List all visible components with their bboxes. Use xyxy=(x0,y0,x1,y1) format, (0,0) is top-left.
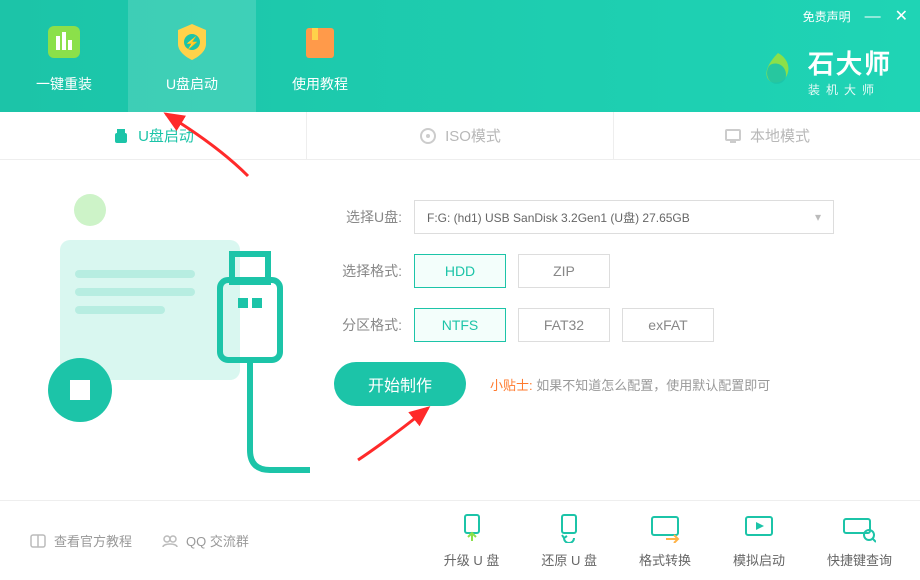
restore-icon xyxy=(551,512,587,544)
logo-subtitle: 装机大师 xyxy=(808,81,892,98)
tutorial-label: 查看官方教程 xyxy=(54,531,132,550)
tab-label: 本地模式 xyxy=(750,125,810,146)
bottom-bar: 查看官方教程 QQ 交流群 升级 U 盘 还原 U 盘 格式转换 模拟启动 快捷… xyxy=(0,500,920,580)
iso-icon xyxy=(419,127,437,145)
action-label: 模拟启动 xyxy=(733,550,785,569)
format-label: 选择格式: xyxy=(330,261,402,281)
action-restore-usb[interactable]: 还原 U 盘 xyxy=(541,512,597,569)
official-tutorial-link[interactable]: 查看官方教程 xyxy=(28,531,132,551)
usb-shield-icon: ⚡ xyxy=(168,18,216,66)
tab-usb-boot[interactable]: U盘启动 xyxy=(0,112,307,159)
logo-icon xyxy=(758,51,798,91)
keyboard-search-icon xyxy=(841,512,877,544)
upgrade-icon xyxy=(454,512,490,544)
tab-label: ISO模式 xyxy=(445,125,501,146)
action-label: 格式转换 xyxy=(639,550,691,569)
disclaimer-link[interactable]: 免责声明 xyxy=(803,8,851,25)
logo-title: 石大师 xyxy=(808,44,892,81)
app-header: 一键重装 ⚡ U盘启动 使用教程 免责声明 — ✕ 石大师 装机大师 xyxy=(0,0,920,112)
partition-exfat[interactable]: exFAT xyxy=(622,308,714,342)
minimize-button[interactable]: — xyxy=(865,9,881,25)
action-format-convert[interactable]: 格式转换 xyxy=(639,512,691,569)
qq-group-link[interactable]: QQ 交流群 xyxy=(160,531,249,551)
partition-fat32[interactable]: FAT32 xyxy=(518,308,610,342)
convert-icon xyxy=(647,512,683,544)
tip-prefix: 小贴士: xyxy=(490,378,533,393)
nav-reinstall[interactable]: 一键重装 xyxy=(0,0,128,112)
reinstall-icon xyxy=(40,18,88,66)
action-label: 快捷键查询 xyxy=(827,550,892,569)
tab-label: U盘启动 xyxy=(138,125,194,146)
usb-value: F:G: (hd1) USB SanDisk 3.2Gen1 (U盘) 27.6… xyxy=(427,209,690,226)
usb-icon xyxy=(112,127,130,145)
chevron-down-icon: ▾ xyxy=(815,210,821,224)
simulate-icon xyxy=(741,512,777,544)
nav-tutorial[interactable]: 使用教程 xyxy=(256,0,384,112)
tab-iso[interactable]: ISO模式 xyxy=(307,112,614,159)
usb-label: 选择U盘: xyxy=(330,207,402,227)
partition-label: 分区格式: xyxy=(330,315,402,335)
nav-label: U盘启动 xyxy=(166,74,218,94)
close-button[interactable]: ✕ xyxy=(895,9,908,25)
format-zip[interactable]: ZIP xyxy=(518,254,610,288)
start-row: 开始制作 小贴士: 如果不知道怎么配置，使用默认配置即可 xyxy=(330,362,880,406)
nav-label: 使用教程 xyxy=(292,74,348,94)
action-label: 还原 U 盘 xyxy=(541,550,597,569)
logo: 石大师 装机大师 xyxy=(758,44,892,98)
book-icon xyxy=(28,531,48,551)
svg-text:⚡: ⚡ xyxy=(185,36,200,50)
action-hotkey-lookup[interactable]: 快捷键查询 xyxy=(827,512,892,569)
window-controls: 免责声明 — ✕ xyxy=(803,8,908,25)
main-content: 选择U盘: F:G: (hd1) USB SanDisk 3.2Gen1 (U盘… xyxy=(0,160,920,406)
format-row: 选择格式: HDD ZIP xyxy=(330,254,880,288)
tutorial-icon xyxy=(296,18,344,66)
usb-illustration xyxy=(30,180,310,480)
nav-label: 一键重装 xyxy=(36,74,92,94)
format-hdd[interactable]: HDD xyxy=(414,254,506,288)
partition-row: 分区格式: NTFS FAT32 exFAT xyxy=(330,308,880,342)
usb-select[interactable]: F:G: (hd1) USB SanDisk 3.2Gen1 (U盘) 27.6… xyxy=(414,200,834,234)
nav-usb-boot[interactable]: ⚡ U盘启动 xyxy=(128,0,256,112)
group-icon xyxy=(160,531,180,551)
tip-body: 如果不知道怎么配置，使用默认配置即可 xyxy=(536,378,770,393)
monitor-icon xyxy=(724,127,742,145)
action-simulate-boot[interactable]: 模拟启动 xyxy=(733,512,785,569)
start-button[interactable]: 开始制作 xyxy=(334,362,466,406)
tab-local[interactable]: 本地模式 xyxy=(614,112,920,159)
partition-ntfs[interactable]: NTFS xyxy=(414,308,506,342)
mode-tabs: U盘启动 ISO模式 本地模式 xyxy=(0,112,920,160)
action-label: 升级 U 盘 xyxy=(444,550,500,569)
annotation-arrow-2 xyxy=(338,400,458,485)
action-upgrade-usb[interactable]: 升级 U 盘 xyxy=(444,512,500,569)
tip-text: 小贴士: 如果不知道怎么配置，使用默认配置即可 xyxy=(490,375,770,394)
usb-select-row: 选择U盘: F:G: (hd1) USB SanDisk 3.2Gen1 (U盘… xyxy=(330,200,880,234)
qq-label: QQ 交流群 xyxy=(186,531,249,550)
